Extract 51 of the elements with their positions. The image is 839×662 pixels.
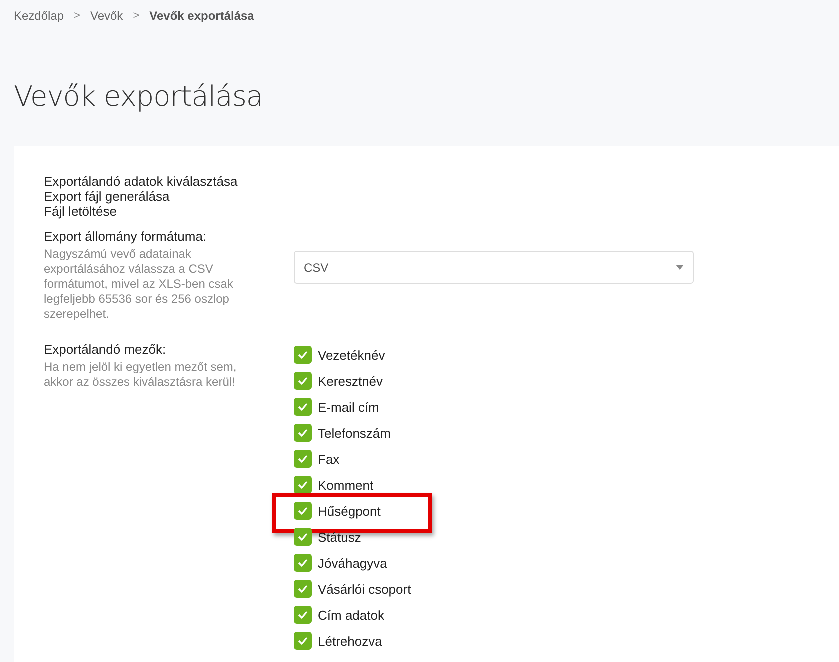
checkbox-label: E-mail cím — [318, 400, 380, 414]
page-title: Vevők exportálása — [14, 80, 264, 114]
checkbox[interactable] — [294, 424, 312, 442]
checkbox-label: Vezetéknév — [318, 348, 386, 362]
checkbox-label: Hűségpont — [318, 504, 381, 518]
check-icon — [298, 481, 308, 489]
step-text: Export fájl generálása — [44, 189, 170, 204]
checkbox-label: Keresztnév — [318, 374, 384, 388]
check-icon — [298, 351, 308, 359]
checkbox-label: Cím adatok — [318, 608, 384, 622]
checkbox[interactable] — [294, 346, 312, 364]
hint-text: Nagyszámú vevő adatainak exportálásához válassza a CSV formátumot, mivel az XLS-ben csak legfeljebb 65536 sor és 256 oszlop szerepelhet. — [44, 247, 234, 322]
breadcrumb-link[interactable]: Kezdőlap — [14, 9, 64, 23]
field-label: Exportálandó mezők: — [44, 342, 168, 358]
check-icon — [298, 611, 308, 619]
checkbox[interactable] — [294, 502, 312, 520]
check-icon — [298, 429, 308, 437]
field-label: Export állomány formátuma: — [44, 229, 208, 245]
check-icon — [298, 507, 308, 515]
checkbox-label: Jóváhagyva — [318, 556, 388, 570]
breadcrumb-current: Vevők exportálása — [150, 9, 254, 23]
checkbox[interactable] — [294, 632, 312, 650]
check-icon — [298, 637, 308, 645]
checkbox[interactable] — [294, 398, 312, 416]
checkbox[interactable] — [294, 450, 312, 468]
checkbox[interactable] — [294, 476, 312, 494]
step-text: Exportálandó adatok kiválasztása — [44, 174, 238, 189]
checkbox[interactable] — [294, 554, 312, 572]
checkbox[interactable] — [294, 372, 312, 390]
checkbox-label: Státusz — [318, 530, 362, 544]
hint-text: Ha nem jelöl ki egyetlen mezőt sem, akkor az összes kiválasztásra kerül! — [44, 360, 238, 390]
breadcrumb-separator: > — [133, 10, 140, 22]
caret-icon — [676, 265, 684, 270]
check-icon — [298, 455, 308, 463]
checkbox-label: Fax — [318, 452, 340, 466]
breadcrumb-link[interactable]: Vevők — [90, 9, 124, 23]
check-icon — [298, 559, 308, 567]
checkbox[interactable] — [294, 606, 312, 624]
format-dropdown[interactable]: CSV — [294, 251, 694, 284]
checkbox[interactable] — [294, 580, 312, 598]
check-icon — [298, 377, 308, 385]
check-icon — [298, 533, 308, 541]
checkbox-label: Létrehozva — [318, 634, 382, 648]
check-icon — [298, 585, 308, 593]
checkbox[interactable] — [294, 528, 312, 546]
checkbox-label: Telefonszám — [318, 426, 391, 440]
step-text: Fájl letöltése — [44, 204, 117, 219]
breadcrumb-separator: > — [74, 10, 80, 22]
check-icon — [298, 403, 308, 411]
checkbox-label: Komment — [318, 478, 374, 492]
checkbox-label: Vásárlói csoport — [318, 582, 412, 596]
